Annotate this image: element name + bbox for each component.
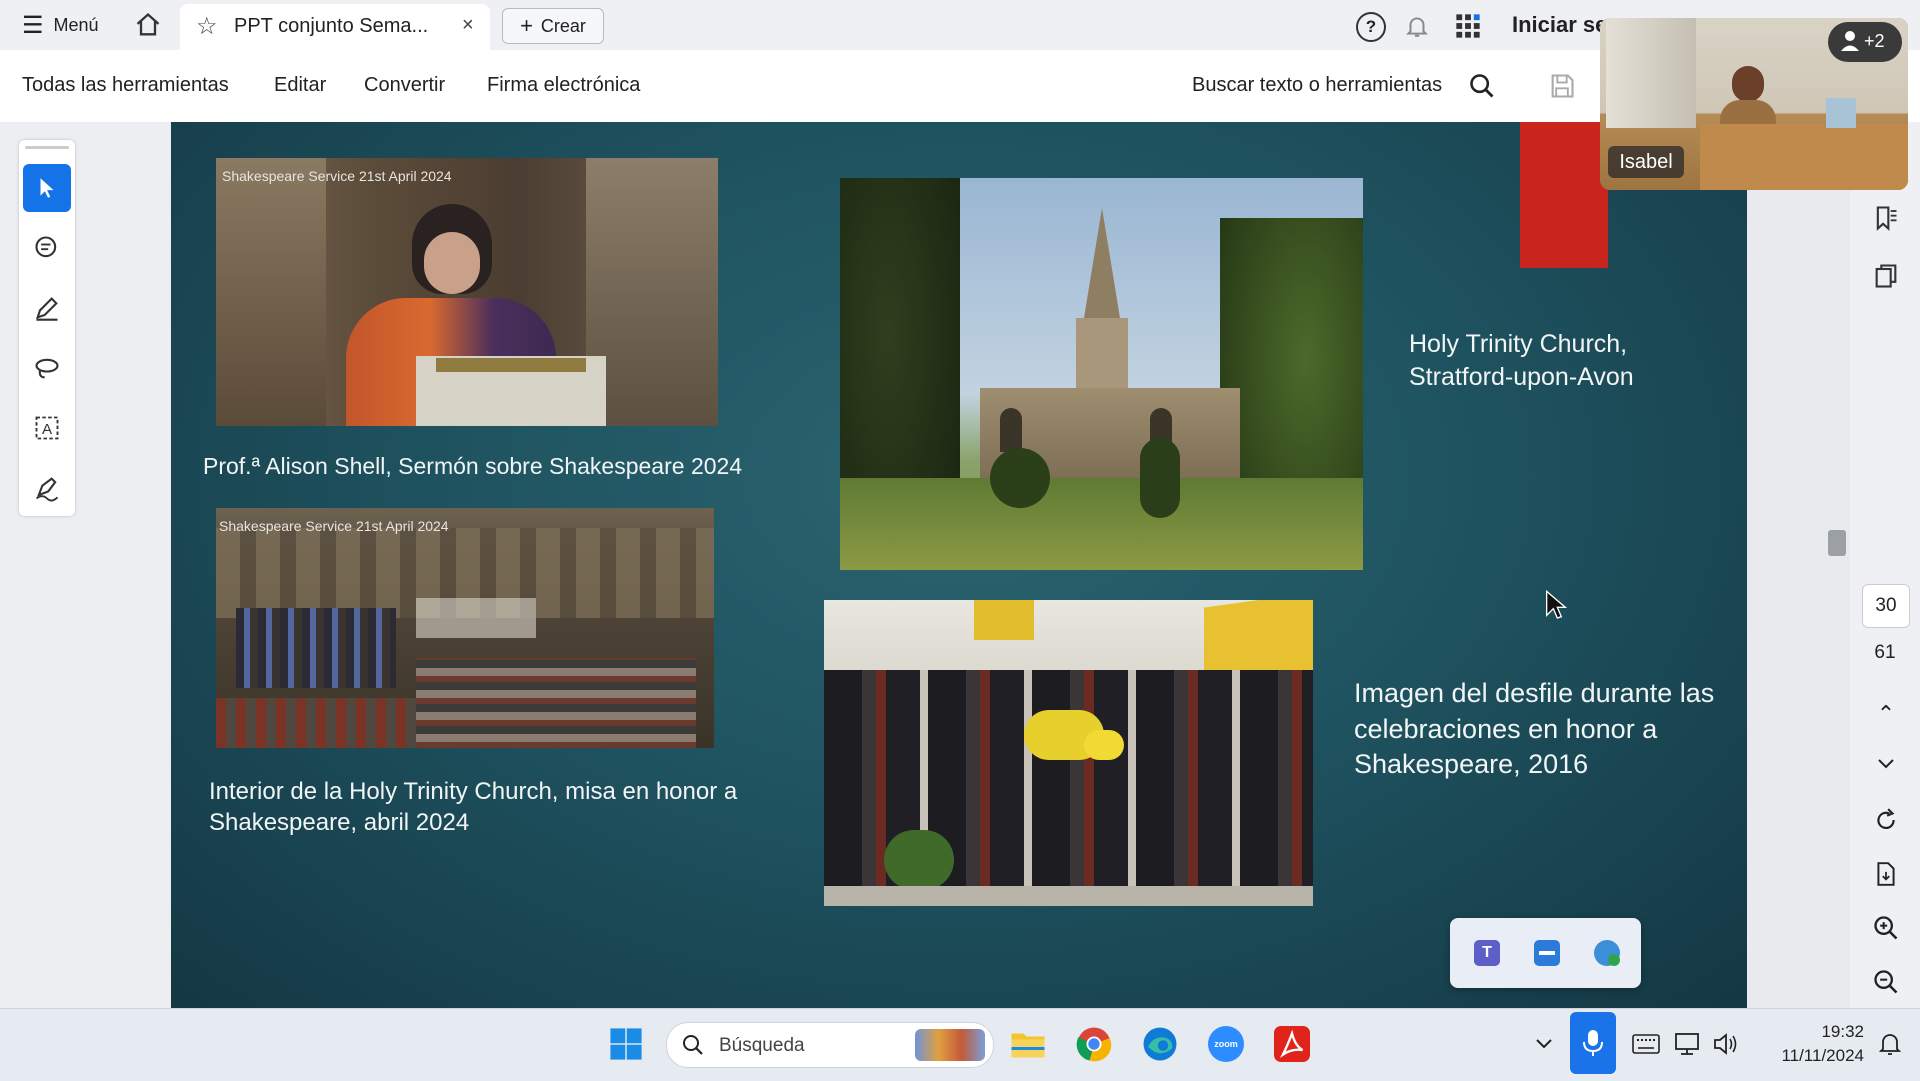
drag-handle[interactable]: [25, 146, 69, 149]
menu-edit[interactable]: Editar: [274, 74, 326, 97]
chevron-up-icon[interactable]: ⌃: [1868, 696, 1904, 732]
caption-speaker: Prof.ª Alison Shell, Sermón sobre Shakes…: [203, 453, 743, 479]
caption-parade: Imagen del desfile durante las celebraci…: [1354, 678, 1715, 780]
acrobat-icon[interactable]: [1272, 1024, 1312, 1064]
chevron-down-icon[interactable]: [1868, 746, 1904, 782]
signature-pen-icon: [35, 477, 59, 502]
mouse-cursor-icon: [1545, 589, 1568, 627]
draw-tool-button[interactable]: [23, 344, 71, 392]
participants-count: +2: [1864, 31, 1885, 51]
teams-icon[interactable]: T: [1474, 940, 1500, 966]
chrome-icon[interactable]: [1074, 1024, 1114, 1064]
rotate-icon[interactable]: [1868, 802, 1904, 838]
security-status-icon[interactable]: [1594, 940, 1620, 966]
caption-interior: Interior de la Holy Trinity Church, misa…: [209, 778, 738, 837]
total-pages: 61: [1874, 642, 1896, 663]
menu-convert[interactable]: Convertir: [364, 74, 445, 97]
edge-icon[interactable]: [1140, 1024, 1180, 1064]
clock-date: 11/11/2024: [1781, 1046, 1864, 1065]
show-hidden-icons-chevron[interactable]: [1524, 1024, 1564, 1064]
sign-tool-button[interactable]: [23, 464, 71, 512]
file-explorer-icon[interactable]: [1008, 1024, 1048, 1064]
signin-link[interactable]: Iniciar se: [1512, 0, 1607, 50]
bell-icon[interactable]: [1404, 12, 1430, 45]
search-icon-taskbar: [683, 1035, 703, 1055]
search-highlight-icon: [915, 1029, 985, 1061]
bookmark-icon[interactable]: [1868, 200, 1904, 236]
taskbar-search-placeholder: Búsqueda: [719, 1035, 805, 1056]
svg-text:A: A: [42, 421, 53, 438]
lasso-icon: [35, 358, 59, 379]
home-button[interactable]: [134, 0, 162, 50]
floating-app-tray: T: [1450, 918, 1641, 988]
create-label: Crear: [540, 15, 586, 36]
red-accent-block: [1520, 122, 1608, 268]
highlight-tool-button[interactable]: [23, 284, 71, 332]
cursor-arrow-icon: [40, 178, 54, 198]
volume-icon[interactable]: [1706, 1024, 1746, 1064]
menu-button[interactable]: ☰ Menú: [22, 0, 99, 50]
search-tools-label[interactable]: Buscar texto o herramientas: [1192, 74, 1442, 97]
participant-name-label: Isabel: [1608, 146, 1684, 178]
zoom-out-icon[interactable]: [1868, 964, 1904, 1000]
comment-tool-button[interactable]: [23, 224, 71, 272]
caption-church: Holy Trinity Church, Stratford-upon-Avon: [1409, 330, 1634, 391]
star-icon[interactable]: ☆: [196, 12, 218, 41]
apps-grid-icon[interactable]: [1454, 12, 1482, 45]
microphone-icon: [1583, 1030, 1603, 1056]
hamburger-icon: ☰: [22, 11, 44, 39]
page-extract-icon[interactable]: [1868, 856, 1904, 892]
person-icon: [1840, 30, 1860, 52]
tab-title: PPT conjunto Sema...: [234, 15, 429, 37]
taskbar-search-box[interactable]: Búsqueda: [666, 1022, 994, 1068]
photo-overlay-text-2: Shakespeare Service 21st April 2024: [219, 518, 449, 534]
document-tab[interactable]: ☆ PPT conjunto Sema... ×: [180, 4, 490, 50]
home-icon: [136, 12, 160, 36]
church-interior-photo: Shakespeare Service 21st April 2024: [216, 508, 714, 748]
pen-icon: [36, 297, 58, 321]
create-button[interactable]: + Crear: [502, 8, 604, 44]
keyboard-icon[interactable]: [1626, 1024, 1666, 1064]
microphone-button[interactable]: [1570, 1012, 1616, 1074]
scrollbar-thumb[interactable]: [1828, 530, 1846, 556]
menu-all-tools[interactable]: Todas las herramientas: [22, 74, 229, 97]
photo-overlay-text: Shakespeare Service 21st April 2024: [222, 168, 452, 184]
text-tool-button[interactable]: A: [23, 404, 71, 452]
notifications-icon[interactable]: [1870, 1024, 1910, 1064]
close-tab-icon[interactable]: ×: [462, 14, 474, 37]
slide-canvas: Shakespeare Service 21st April 2024 Prof…: [171, 122, 1747, 1008]
participants-badge[interactable]: +2: [1828, 22, 1902, 62]
menu-label: Menú: [53, 14, 99, 35]
parade-photo: [824, 600, 1313, 906]
speaker-photo: Shakespeare Service 21st April 2024: [216, 158, 718, 426]
zoom-in-icon[interactable]: [1868, 910, 1904, 946]
system-clock[interactable]: 19:32 11/11/2024: [1754, 1020, 1864, 1068]
network-icon[interactable]: [1668, 1024, 1708, 1064]
menu-esign[interactable]: Firma electrónica: [487, 74, 640, 97]
pages-icon[interactable]: [1868, 258, 1904, 294]
plus-icon: +: [520, 13, 533, 38]
screen-share-icon[interactable]: [1534, 940, 1560, 966]
zoom-app-icon[interactable]: zoom: [1206, 1024, 1246, 1064]
select-tool-button[interactable]: [23, 164, 71, 212]
windows-start-icon[interactable]: [606, 1024, 646, 1064]
video-call-tile[interactable]: Isabel +2: [1600, 18, 1908, 190]
help-icon[interactable]: ?: [1356, 12, 1386, 42]
search-icon[interactable]: [1468, 72, 1496, 105]
text-box-icon: A: [35, 416, 59, 440]
church-exterior-photo: [840, 178, 1363, 570]
clock-time: 19:32: [1821, 1022, 1864, 1041]
current-page-input[interactable]: 30: [1862, 584, 1910, 628]
comment-icon: [35, 236, 57, 258]
save-icon[interactable]: [1548, 72, 1576, 105]
